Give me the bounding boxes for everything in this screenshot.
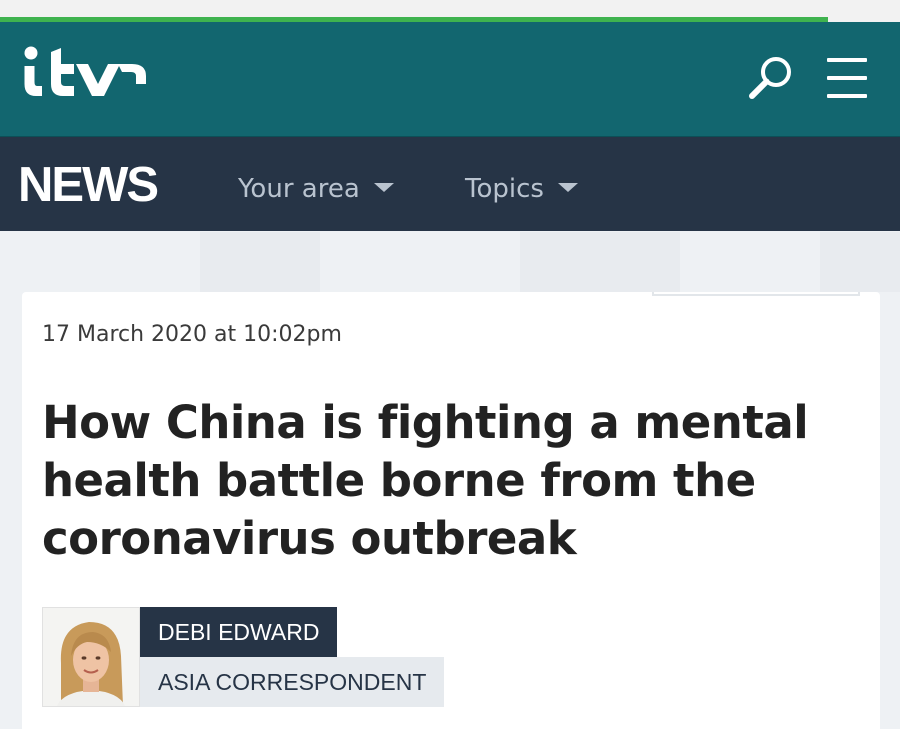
author-name-link[interactable]: DEBI EDWARD <box>140 607 338 657</box>
hamburger-menu-icon-line-middle <box>827 76 867 80</box>
background-tile <box>520 232 680 292</box>
author-avatar[interactable] <box>42 607 140 707</box>
author-portrait-photo <box>43 608 139 706</box>
search-icon <box>749 57 791 99</box>
news-section-logo[interactable]: NEWS <box>18 157 159 213</box>
chevron-down-icon <box>373 183 394 192</box>
article-card: 17 March 2020 at 10:02pm How China is fi… <box>22 292 880 729</box>
nav-your-area-dropdown[interactable]: Your area <box>238 170 394 208</box>
news-article-page: NEWS Your area Topics 17 March 2020 at 1… <box>0 0 900 729</box>
itv-header <box>0 22 900 137</box>
news-navigation-bar: NEWS Your area Topics <box>0 137 900 231</box>
nav-topics-label: Topics <box>465 174 544 204</box>
background-tile <box>820 232 900 292</box>
hamburger-menu-icon-line-bottom <box>827 94 867 98</box>
itv-logo[interactable] <box>20 40 150 110</box>
hamburger-menu-icon-line-top <box>827 58 867 62</box>
page-loading-bar <box>0 0 900 22</box>
search-button[interactable] <box>745 52 797 104</box>
article-headline: How China is fighting a mental health ba… <box>42 396 809 565</box>
card-divider <box>652 292 860 296</box>
nav-your-area-label: Your area <box>238 174 360 204</box>
article-timestamp: 17 March 2020 at 10:02pm <box>42 322 342 347</box>
chevron-down-icon <box>557 183 578 192</box>
nav-topics-dropdown[interactable]: Topics <box>465 170 578 208</box>
menu-button[interactable] <box>823 56 871 104</box>
background-tile <box>200 232 320 292</box>
author-role: ASIA CORRESPONDENT <box>140 657 445 707</box>
